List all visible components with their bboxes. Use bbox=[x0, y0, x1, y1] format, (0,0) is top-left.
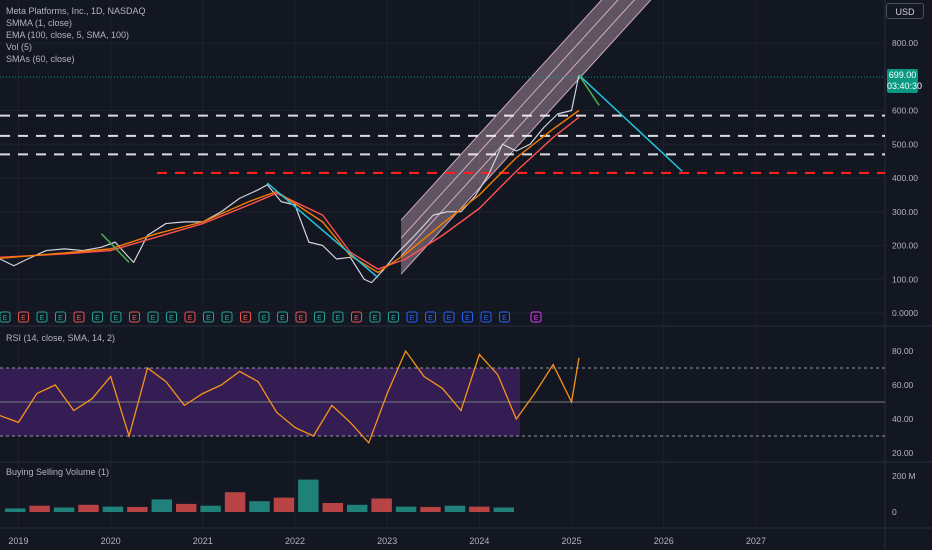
volume-bar bbox=[224, 492, 246, 512]
earnings-marker-label: E bbox=[336, 315, 341, 322]
earnings-marker-label: E bbox=[354, 315, 359, 322]
volume-bar bbox=[102, 506, 124, 512]
earnings-marker-label: E bbox=[262, 315, 267, 322]
rsi-band bbox=[0, 367, 885, 437]
volume-bar bbox=[298, 479, 319, 512]
last-price-tag: 699.00 03:40:30 bbox=[887, 69, 923, 93]
volume-bar bbox=[371, 498, 392, 512]
price-channel bbox=[400, 0, 652, 275]
x-tick-label: 2024 bbox=[469, 536, 489, 546]
x-tick-label: 2022 bbox=[285, 536, 305, 546]
last-price-value: 699.00 bbox=[888, 70, 917, 80]
y-tick-label: 800.00 bbox=[892, 38, 918, 48]
earnings-marker-label: E bbox=[225, 315, 230, 322]
earnings-marker-label: E bbox=[484, 315, 489, 322]
grid bbox=[0, 0, 932, 550]
x-tick-label: 2021 bbox=[193, 536, 213, 546]
earnings-marker-label: E bbox=[447, 315, 452, 322]
volume-bar bbox=[249, 501, 270, 512]
volume-bar bbox=[200, 505, 221, 512]
earnings-marker-label: E bbox=[95, 315, 100, 322]
volume-bar bbox=[420, 506, 441, 512]
earnings-marker-label: E bbox=[534, 315, 539, 322]
volume-bar bbox=[347, 504, 368, 512]
volume-bar bbox=[273, 497, 295, 512]
volume-bar bbox=[469, 506, 490, 512]
earnings-marker-label: E bbox=[40, 315, 45, 322]
chart-canvas: EEEEEEEEEEEEEEEEEEEEEEEEEEEEE 2019 2020 20… bbox=[0, 0, 932, 550]
earnings-marker-label: E bbox=[3, 315, 8, 322]
volume-bar bbox=[322, 503, 343, 512]
cyan-trendline bbox=[266, 182, 379, 279]
axes: 2019 2020 2021 2022 2023 2024 2025 2026 2027 0.00… bbox=[8, 38, 918, 546]
y-tick-label: 500.00 bbox=[892, 139, 918, 149]
earnings-marker-label: E bbox=[502, 315, 507, 322]
rsi-tick-label: 80.00 bbox=[892, 346, 914, 356]
price-series bbox=[0, 74, 580, 284]
y-tick-label: 400.00 bbox=[892, 173, 918, 183]
x-tick-label: 2026 bbox=[654, 536, 674, 546]
volume-bars bbox=[5, 479, 514, 512]
cyan-trendline bbox=[578, 74, 683, 172]
volume-pane-label[interactable]: Buying Selling Volume (1) bbox=[6, 467, 109, 477]
earnings-marker-label: E bbox=[317, 315, 322, 322]
green-trendline bbox=[100, 233, 130, 263]
rsi-tick-label: 20.00 bbox=[892, 448, 914, 458]
earnings-marker-label: E bbox=[206, 315, 211, 322]
volume-tick-label: 0 bbox=[892, 507, 897, 517]
earnings-marker-label: E bbox=[410, 315, 415, 322]
x-tick-label: 2025 bbox=[562, 536, 582, 546]
rsi-pane-label[interactable]: RSI (14, close, SMA, 14, 2) bbox=[6, 333, 115, 343]
earnings-marker-label: E bbox=[151, 315, 156, 322]
channel-fill bbox=[401, 0, 651, 275]
earnings-marker-label: E bbox=[21, 315, 26, 322]
earnings-marker-label: E bbox=[391, 315, 396, 322]
y-tick-label: 600.00 bbox=[892, 106, 918, 116]
countdown-timer: 03:40:30 bbox=[887, 81, 923, 91]
volume-bar bbox=[29, 505, 50, 512]
trendlines bbox=[100, 74, 683, 279]
earnings-marker-label: E bbox=[428, 315, 433, 322]
rsi-tick-label: 40.00 bbox=[892, 414, 914, 424]
currency-button[interactable]: USD bbox=[886, 3, 924, 19]
earnings-marker-label: E bbox=[77, 315, 82, 322]
indicator-ema[interactable]: EMA (100, close, 5, SMA, 100) bbox=[6, 29, 146, 41]
earnings-marker-label: E bbox=[373, 315, 378, 322]
volume-bar bbox=[395, 506, 417, 512]
earnings-marker-label: E bbox=[188, 315, 193, 322]
earnings-marker-label: E bbox=[280, 315, 285, 322]
rsi-tick-label: 60.00 bbox=[892, 380, 914, 390]
earnings-marker-label: E bbox=[58, 315, 63, 322]
volume-bar bbox=[151, 499, 172, 512]
x-tick-label: 2027 bbox=[746, 536, 766, 546]
earnings-marker-label: E bbox=[114, 315, 119, 322]
y-tick-label: 200.00 bbox=[892, 241, 918, 251]
x-tick-label: 2019 bbox=[8, 536, 28, 546]
volume-bar bbox=[493, 507, 514, 512]
volume-bar bbox=[5, 508, 26, 512]
x-tick-label: 2020 bbox=[101, 536, 121, 546]
indicator-smma[interactable]: SMMA (1, close) bbox=[6, 17, 146, 29]
y-tick-label: 300.00 bbox=[892, 207, 918, 217]
horizontal-levels bbox=[0, 76, 885, 175]
indicator-smas[interactable]: SMAs (60, close) bbox=[6, 53, 146, 65]
indicator-vol[interactable]: Vol (5) bbox=[6, 41, 146, 53]
earnings-marker-label: E bbox=[243, 315, 248, 322]
symbol-title[interactable]: Meta Platforms, Inc., 1D, NASDAQ bbox=[6, 5, 146, 17]
volume-bar bbox=[127, 506, 148, 512]
earnings-marker-label: E bbox=[132, 315, 137, 322]
earnings-marker-label: E bbox=[465, 315, 470, 322]
earnings-marker-label: E bbox=[169, 315, 174, 322]
channel-line bbox=[400, 0, 652, 275]
volume-bar bbox=[53, 507, 75, 512]
y-tick-label: 0.0000 bbox=[892, 308, 918, 318]
x-tick-label: 2023 bbox=[377, 536, 397, 546]
earnings-marker-label: E bbox=[299, 315, 304, 322]
chart-legend[interactable]: Meta Platforms, Inc., 1D, NASDAQ SMMA (1… bbox=[6, 5, 146, 65]
volume-bar bbox=[176, 503, 197, 512]
volume-tick-label: 200 M bbox=[892, 471, 916, 481]
volume-bar bbox=[78, 504, 99, 512]
y-tick-label: 100.00 bbox=[892, 274, 918, 284]
volume-bar bbox=[444, 505, 466, 512]
